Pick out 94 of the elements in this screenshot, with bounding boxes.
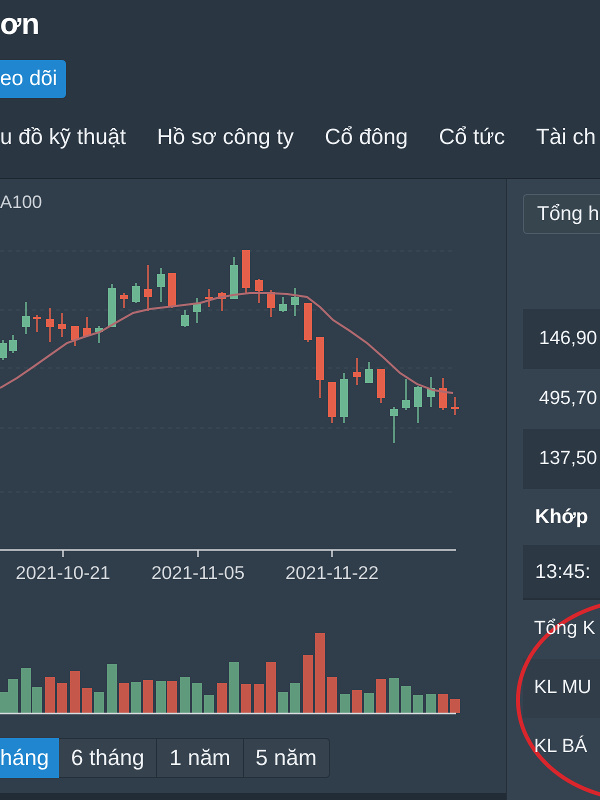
volume-bar xyxy=(192,683,202,713)
volume-bar xyxy=(401,686,411,713)
period-button[interactable]: 6 tháng xyxy=(58,738,158,778)
volume-bar xyxy=(303,655,313,713)
period-button[interactable]: 5 năm xyxy=(244,738,330,778)
candle xyxy=(365,362,373,383)
tab[interactable]: u đồ kỹ thuật xyxy=(0,123,126,151)
candle xyxy=(181,310,189,327)
candle xyxy=(120,293,128,308)
date-label: 2021-11-05 xyxy=(151,562,245,583)
candle xyxy=(157,268,165,302)
candle xyxy=(279,297,287,312)
candle xyxy=(427,377,435,407)
candle xyxy=(168,273,176,308)
candle xyxy=(33,315,41,332)
candle xyxy=(0,340,7,360)
tab[interactable]: Hồ sơ công ty xyxy=(156,123,294,151)
candle xyxy=(353,358,361,385)
page-title: ơn xyxy=(0,7,40,43)
candle xyxy=(340,373,348,423)
candle xyxy=(108,284,116,327)
summary-button[interactable]: Tổng h xyxy=(523,194,600,234)
time-cell: 13:45: xyxy=(523,545,600,600)
candle xyxy=(22,302,30,334)
row-label: KL MU xyxy=(523,659,600,718)
candle xyxy=(414,386,422,423)
volume-bar xyxy=(340,694,350,713)
candle xyxy=(451,397,459,415)
candle xyxy=(132,283,140,303)
date-label: 2021-10-21 xyxy=(16,562,110,583)
candle xyxy=(328,382,336,423)
candle xyxy=(304,303,312,342)
candle xyxy=(230,257,238,299)
candle xyxy=(71,326,79,346)
volume-bar xyxy=(254,684,264,713)
volume-bar xyxy=(413,695,423,713)
volume-bar xyxy=(364,693,374,713)
candle xyxy=(218,292,226,311)
period-button[interactable]: háng xyxy=(0,738,59,778)
candle xyxy=(439,378,447,410)
candle xyxy=(9,335,17,353)
volume-bar xyxy=(450,699,460,713)
volume-bar xyxy=(82,688,92,713)
candle xyxy=(316,337,324,398)
volume-bar xyxy=(327,677,337,713)
row-label: KL BÁ xyxy=(533,734,588,760)
chart-legend: A100 xyxy=(0,179,42,213)
volume-bar xyxy=(156,681,166,713)
value-cell: 137,50 xyxy=(523,429,600,489)
candle xyxy=(193,298,201,323)
follow-button[interactable]: eo dõi xyxy=(0,60,66,98)
value-cell-text: 495,70 xyxy=(538,386,598,411)
volume-bar xyxy=(45,677,55,713)
volume-bar xyxy=(241,684,251,713)
volume-bar xyxy=(352,690,362,713)
volume-bar xyxy=(438,694,448,713)
candle xyxy=(46,308,54,342)
date-label: 2021-11-22 xyxy=(285,562,379,583)
candle xyxy=(267,290,275,317)
volume-bar xyxy=(94,692,104,713)
volume-bar xyxy=(167,681,177,713)
volume-bar xyxy=(57,683,67,713)
candle xyxy=(144,265,152,311)
volume-bar xyxy=(131,682,141,713)
candle xyxy=(291,288,299,316)
candle xyxy=(255,279,263,303)
candle xyxy=(402,379,410,410)
candle xyxy=(205,289,213,307)
period-button[interactable]: 1 năm xyxy=(157,738,244,778)
candle xyxy=(95,326,103,343)
volume-bar xyxy=(266,662,276,713)
volume-bar xyxy=(376,679,386,713)
value-cell: 146,90 xyxy=(523,309,600,369)
volume-bar xyxy=(290,683,300,713)
candle xyxy=(377,369,385,403)
volume-bar xyxy=(389,678,399,713)
volume-bar xyxy=(107,664,117,713)
candle xyxy=(58,313,66,337)
volume-bar xyxy=(204,695,214,713)
candle xyxy=(242,250,250,293)
volume-bar xyxy=(180,677,190,713)
volume-bar xyxy=(70,671,80,713)
volume-bar xyxy=(217,683,227,713)
tab[interactable]: Tài ch xyxy=(536,123,596,151)
volume-bar xyxy=(229,662,239,713)
candle xyxy=(83,317,91,337)
volume-bar xyxy=(278,692,288,713)
candle xyxy=(390,407,398,443)
tab[interactable]: Cổ tức xyxy=(438,123,505,151)
volume-bar xyxy=(143,680,153,713)
volume-bar xyxy=(426,694,436,713)
tab[interactable]: Cổ đông xyxy=(324,123,408,151)
volume-bar xyxy=(119,683,129,713)
section-heading: Khớp xyxy=(534,505,588,529)
